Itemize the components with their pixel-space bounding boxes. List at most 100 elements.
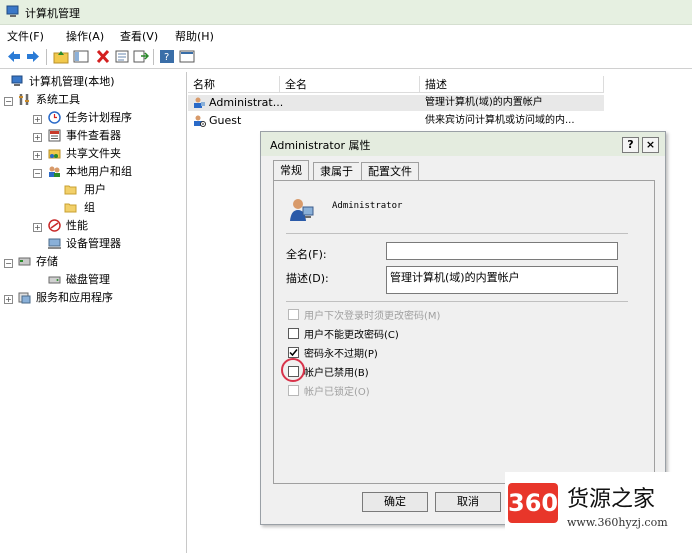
tree-item-label: 用户	[84, 183, 106, 196]
clock-icon	[48, 111, 61, 124]
description-label: 描述(D):	[286, 272, 329, 285]
expand-toggle[interactable]: +	[33, 133, 42, 142]
computer-management-icon	[6, 5, 19, 17]
checkmark-icon	[289, 349, 298, 357]
help-icon[interactable]: ?	[159, 49, 175, 64]
folder-icon	[64, 203, 77, 213]
computer-management-icon	[11, 75, 23, 86]
tree-item-label: 任务计划程序	[66, 111, 132, 124]
tab-general[interactable]: 常规	[273, 160, 309, 181]
expand-toggle[interactable]: +	[33, 151, 42, 160]
row-name: Administrat...	[209, 96, 284, 109]
tab-member-of[interactable]: 隶属于	[313, 162, 359, 181]
watermark-logo: 360	[508, 483, 558, 523]
row-name: Guest	[209, 114, 242, 127]
watermark-url: www.360hyzj.com	[567, 516, 668, 529]
properties-dialog: Administrator 属性 ? × 常规 隶属于 配置文件 Adminis…	[260, 131, 666, 525]
collapse-toggle[interactable]: −	[33, 169, 42, 178]
description-field[interactable]: 管理计算机(域)的内置帐户	[386, 266, 618, 294]
toolbar: ?	[0, 46, 692, 69]
account-locked-checkbox[interactable]	[288, 385, 299, 396]
event-viewer-icon	[48, 129, 61, 142]
tree-item-label: 共享文件夹	[66, 147, 121, 160]
column-header-name[interactable]: 名称	[188, 76, 280, 93]
expand-toggle[interactable]: +	[4, 295, 13, 304]
folder-icon	[64, 185, 77, 195]
dialog-titlebar: Administrator 属性 ? ×	[261, 132, 665, 156]
divider	[286, 301, 628, 302]
collapse-toggle[interactable]: −	[4, 97, 13, 106]
must-change-password-checkbox[interactable]	[288, 309, 299, 320]
menu-file[interactable]: 文件(F)	[7, 28, 44, 44]
help-button[interactable]: ?	[622, 137, 639, 153]
up-folder-icon[interactable]	[53, 49, 69, 64]
toolbar-separator	[153, 49, 154, 65]
menu-bar: 文件(F) 操作(A) 查看(V) 帮助(H)	[0, 25, 692, 45]
collapse-toggle[interactable]: −	[4, 259, 13, 268]
checkbox-label: 用户下次登录时须更改密码(M)	[304, 311, 441, 322]
general-tab-panel: Administrator 全名(F): 描述(D): 管理计算机(域)的内置帐…	[273, 180, 655, 484]
properties-icon[interactable]	[114, 49, 130, 64]
back-arrow-icon[interactable]	[6, 49, 22, 64]
row-description: 供来宾访问计算机或访问域的内...	[425, 115, 575, 126]
close-button[interactable]: ×	[642, 137, 659, 153]
expand-toggle[interactable]: +	[33, 223, 42, 232]
navigation-tree: 计算机管理(本地) − 系统工具 + 任务计划程序 + 事件查看器 + 共享文件…	[0, 72, 187, 553]
toolbar-separator	[46, 49, 47, 65]
delete-icon[interactable]	[95, 49, 111, 64]
table-row[interactable]: Administrat... 管理计算机(域)的内置帐户	[188, 95, 604, 111]
storage-icon	[18, 257, 31, 266]
expand-toggle[interactable]: +	[33, 115, 42, 124]
shared-folder-icon	[48, 149, 61, 159]
device-manager-icon	[48, 238, 61, 249]
tab-profile[interactable]: 配置文件	[361, 162, 419, 181]
disk-icon	[48, 276, 61, 284]
export-list-icon[interactable]	[133, 49, 149, 64]
tree-item-label: 系统工具	[36, 93, 80, 106]
tree-item-label: 磁盘管理	[66, 273, 110, 286]
cannot-change-password-checkbox[interactable]	[288, 328, 299, 339]
tree-item-label: 事件查看器	[66, 129, 121, 142]
row-description: 管理计算机(域)的内置帐户	[425, 97, 543, 108]
forward-arrow-icon[interactable]	[25, 49, 41, 64]
checkbox-label: 密码永不过期(P)	[304, 349, 378, 360]
column-header-description[interactable]: 描述	[420, 76, 604, 93]
fullname-label: 全名(F):	[286, 248, 327, 261]
checkbox-label: 用户不能更改密码(C)	[304, 330, 399, 341]
tree-item-label: 服务和应用程序	[36, 291, 113, 304]
tree-item-label: 组	[84, 201, 95, 214]
performance-icon	[48, 219, 61, 232]
cancel-button[interactable]: 取消	[435, 492, 501, 512]
tree-item-label: 计算机管理(本地)	[29, 75, 115, 88]
system-tools-icon	[19, 94, 29, 105]
guest-user-icon	[194, 115, 206, 127]
column-header-fullname[interactable]: 全名	[280, 76, 420, 93]
dialog-title: Administrator 属性	[270, 139, 371, 152]
user-account-icon	[290, 199, 314, 221]
menu-view[interactable]: 查看(V)	[120, 28, 158, 44]
window-title: 计算机管理	[25, 7, 80, 20]
users-group-icon	[49, 166, 60, 177]
tree-item-label: 存储	[36, 255, 58, 268]
watermark: 360 货源之家 www.360hyzj.com	[505, 472, 692, 553]
user-icon	[194, 97, 205, 108]
menu-help[interactable]: 帮助(H)	[175, 28, 214, 44]
menu-action[interactable]: 操作(A)	[66, 28, 104, 44]
show-hide-tree-icon[interactable]	[73, 49, 89, 64]
highlight-circle	[281, 358, 305, 382]
checkbox-label: 帐户已禁用(B)	[304, 368, 369, 379]
app-titlebar: 计算机管理	[0, 0, 692, 25]
services-icon	[18, 292, 31, 304]
table-row[interactable]: Guest 供来宾访问计算机或访问域的内...	[188, 113, 604, 129]
tree-item-label: 本地用户和组	[66, 165, 132, 178]
tree-item-label: 设备管理器	[66, 237, 121, 250]
checkbox-label: 帐户已锁定(O)	[304, 387, 370, 398]
password-never-expires-checkbox[interactable]	[288, 347, 299, 358]
ok-button[interactable]: 确定	[362, 492, 428, 512]
svg-text:?: ?	[164, 52, 169, 63]
console-view-icon[interactable]	[179, 49, 195, 64]
tree-item-label: 性能	[66, 219, 88, 232]
fullname-field[interactable]	[386, 242, 618, 260]
watermark-text: 货源之家	[567, 487, 656, 512]
username-label: Administrator	[332, 201, 403, 211]
